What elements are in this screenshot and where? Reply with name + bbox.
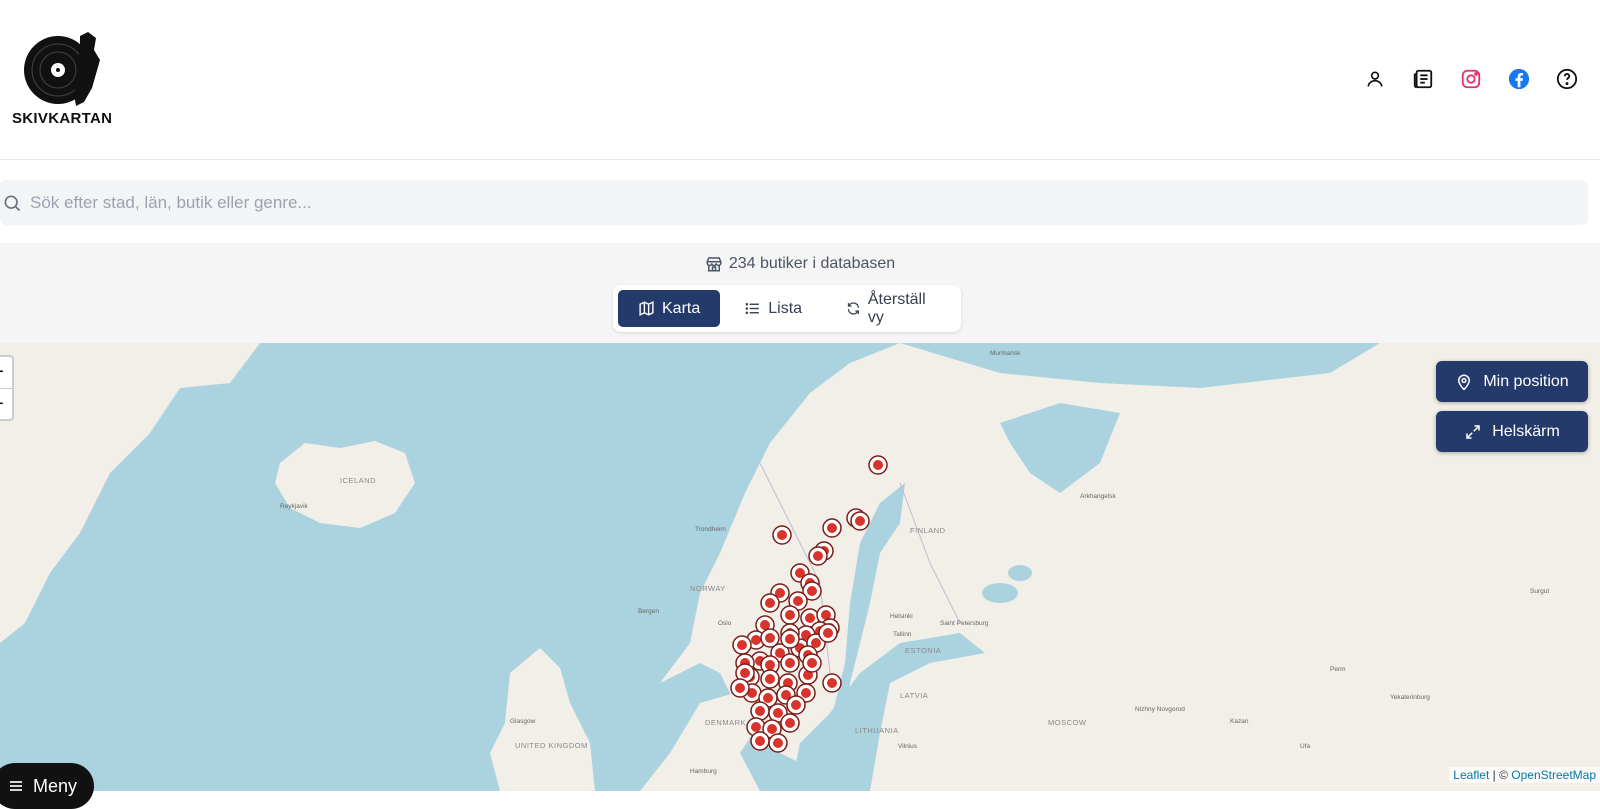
list-view-button[interactable]: Lista [724, 290, 822, 327]
brand-logo[interactable]: SKIVKARTAN [12, 30, 122, 130]
help-icon[interactable] [1554, 66, 1580, 92]
attribution-separator: | © [1489, 768, 1512, 782]
vinyl-map-logo-icon [24, 32, 100, 106]
label-norway: NORWAY [690, 584, 726, 593]
map-icon [639, 300, 654, 317]
label-estonia: ESTONIA [905, 646, 941, 655]
label-oslo: Oslo [718, 620, 732, 627]
store-marker[interactable] [780, 605, 800, 625]
label-glasgow: Glasgow [510, 718, 536, 725]
label-vilnius: Vilnius [898, 743, 918, 750]
label-perm: Perm [1330, 666, 1346, 673]
search-input[interactable] [30, 180, 1570, 225]
store-marker[interactable] [750, 731, 770, 751]
reset-view-label: Återställ vy [867, 290, 926, 326]
store-marker[interactable] [730, 678, 750, 698]
label-finland: FINLAND [910, 526, 946, 535]
label-reykjavik: Reykjavik [280, 503, 309, 510]
menu-button[interactable]: Meny [0, 763, 94, 809]
store-marker[interactable] [802, 653, 822, 673]
user-icon[interactable] [1362, 66, 1388, 92]
label-latvia: LATVIA [900, 691, 928, 700]
hamburger-icon [10, 781, 22, 791]
map-view-label: Karta [662, 299, 701, 317]
store-marker[interactable] [786, 695, 806, 715]
label-arkhangelsk: Arkhangelsk [1080, 493, 1117, 500]
my-position-button[interactable]: Min position [1436, 361, 1588, 402]
list-icon [745, 302, 760, 315]
store-marker[interactable] [750, 701, 770, 721]
search-bar [0, 180, 1588, 225]
list-view-label: Lista [768, 299, 803, 317]
label-kazan: Kazan [1230, 718, 1249, 725]
label-moscow: MOSCOW [1048, 718, 1087, 727]
label-saint-petersburg: Saint Petersburg [940, 620, 989, 627]
label-helsinki: Helsinki [890, 613, 913, 620]
fullscreen-button[interactable]: Helskärm [1436, 411, 1588, 452]
store-marker[interactable] [822, 518, 842, 538]
zoom-out-button[interactable]: − [0, 388, 12, 419]
label-murmansk: Murmansk [990, 350, 1021, 357]
label-nizhny: Nizhny Novgorod [1135, 706, 1185, 713]
label-tallinn: Tallinn [893, 631, 912, 638]
store-marker[interactable] [868, 455, 888, 475]
view-controls: 234 butiker i databasen Karta Lista Åter… [0, 243, 1600, 343]
newspaper-icon[interactable] [1410, 66, 1436, 92]
store-map[interactable]: ICELAND Reykjavik NORWAY FINLAND ESTONIA… [0, 343, 1600, 791]
store-marker[interactable] [850, 511, 870, 531]
label-trondheim: Trondheim [695, 526, 726, 533]
location-pin-icon [1458, 374, 1471, 391]
my-position-label: Min position [1483, 372, 1569, 390]
map-view-button[interactable]: Karta [618, 290, 721, 327]
brand-name: SKIVKARTAN [12, 110, 113, 127]
menu-label: Meny [33, 775, 78, 796]
store-count-text: 234 butiker i databasen [728, 255, 896, 272]
label-ufa: Ufa [1300, 743, 1311, 750]
map-attribution: Leaflet | © OpenStreetMap [1449, 767, 1600, 783]
store-marker[interactable] [768, 733, 788, 753]
instagram-icon[interactable] [1458, 66, 1484, 92]
view-toggle: Karta Lista Återställ vy [613, 285, 961, 332]
label-united-kingdom: UNITED KINGDOM [515, 741, 588, 750]
expand-icon [1466, 424, 1480, 439]
label-lithuania: LITHUANIA [855, 726, 899, 735]
label-hamburg: Hamburg [690, 768, 717, 775]
facebook-icon[interactable] [1506, 66, 1532, 92]
zoom-control: + − [0, 355, 14, 421]
refresh-icon [847, 302, 860, 315]
store-marker[interactable] [760, 669, 780, 689]
label-yekaterinburg: Yekaterinburg [1390, 694, 1430, 701]
store-marker[interactable] [732, 635, 752, 655]
store-icon [706, 257, 722, 272]
site-header: SKIVKARTAN [0, 0, 1600, 160]
store-marker[interactable] [780, 629, 800, 649]
leaflet-link[interactable]: Leaflet [1453, 768, 1489, 782]
store-marker[interactable] [780, 713, 800, 733]
label-surgut: Surgut [1530, 588, 1549, 595]
reset-view-button[interactable]: Återställ vy [826, 290, 956, 327]
map-tiles: ICELAND Reykjavik NORWAY FINLAND ESTONIA… [0, 343, 1600, 791]
store-marker[interactable] [772, 525, 792, 545]
zoom-in-button[interactable]: + [0, 357, 12, 388]
header-icon-bar [1362, 66, 1580, 92]
store-marker[interactable] [760, 593, 780, 613]
label-bergen: Bergen [638, 608, 659, 615]
store-count: 234 butiker i databasen [0, 255, 1600, 273]
label-iceland: ICELAND [340, 476, 376, 485]
store-marker[interactable] [808, 546, 828, 566]
search-icon [4, 195, 21, 212]
label-denmark: DENMARK [705, 718, 746, 727]
osm-link[interactable]: OpenStreetMap [1511, 768, 1596, 782]
fullscreen-label: Helskärm [1492, 422, 1560, 440]
store-marker[interactable] [822, 673, 842, 693]
store-marker[interactable] [818, 623, 838, 643]
store-marker[interactable] [780, 653, 800, 673]
